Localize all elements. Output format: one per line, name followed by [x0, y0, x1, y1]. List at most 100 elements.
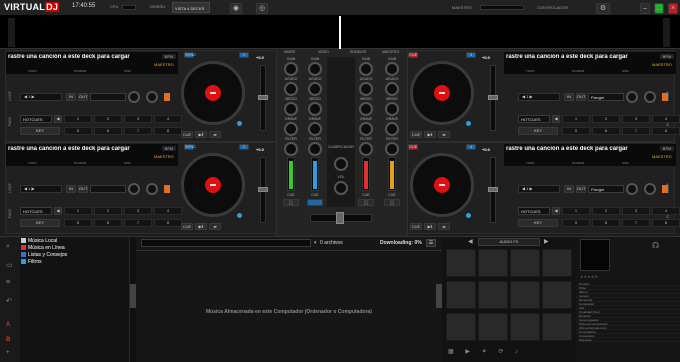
pad-3[interactable]: 3: [124, 115, 152, 123]
loop-controls[interactable]: ◀ 1 ▶: [518, 93, 560, 101]
headphones-icon[interactable]: ☊: [652, 241, 659, 250]
sideview-next-icon[interactable]: ▶: [544, 238, 549, 245]
effect-knob-2[interactable]: [644, 183, 656, 195]
channel-knob[interactable]: [359, 142, 373, 156]
play-pause-button[interactable]: ▶Ⅱ: [195, 223, 207, 230]
channel-knob[interactable]: [359, 122, 373, 136]
keylock-button[interactable]: KEY: [20, 219, 60, 227]
effect-toggle[interactable]: [164, 93, 170, 101]
pad-prev-button[interactable]: ◀: [552, 207, 560, 215]
channel-knob[interactable]: [359, 82, 373, 96]
channel-knob[interactable]: [385, 142, 399, 156]
fx-slot[interactable]: [478, 281, 508, 309]
jog-wheel[interactable]: [181, 61, 245, 125]
headphone-cue-button[interactable]: 🎧: [384, 199, 400, 206]
deck-select-button[interactable]: SYNC: [184, 52, 196, 58]
effect-knob-1[interactable]: [626, 91, 638, 103]
pad-mode-select[interactable]: HOTCUES: [518, 207, 550, 215]
effect-knob-2[interactable]: [146, 91, 158, 103]
play-pause-button[interactable]: ▶Ⅱ: [195, 131, 207, 138]
pad-1[interactable]: 1: [562, 207, 590, 215]
pad-4[interactable]: 4: [154, 207, 182, 215]
play-pause-button[interactable]: ▶Ⅱ: [424, 131, 436, 138]
pad-1[interactable]: 1: [64, 207, 92, 215]
pad-7[interactable]: 7: [124, 219, 152, 227]
record-icon[interactable]: ◉: [230, 3, 242, 14]
pad-7[interactable]: 7: [622, 127, 650, 135]
effect-knob-2[interactable]: [146, 183, 158, 195]
loop-in-button[interactable]: IN: [66, 93, 76, 101]
rating-stars[interactable]: ★★★★★: [580, 274, 598, 279]
pad-4[interactable]: 4: [652, 207, 680, 215]
fx-icon[interactable]: ✶: [482, 349, 487, 355]
loop-in-button[interactable]: IN: [564, 93, 574, 101]
channel-knob[interactable]: [308, 82, 322, 96]
pad-4[interactable]: 4: [652, 115, 680, 123]
fx-slot[interactable]: [478, 313, 508, 341]
undo-icon[interactable]: ↶: [6, 297, 12, 305]
channel-knob[interactable]: [284, 122, 298, 136]
karaoke-icon[interactable]: ♪: [515, 349, 518, 355]
pitch-slider-cap[interactable]: [258, 95, 268, 100]
headphone-cue-button[interactable]: 🎧: [358, 199, 374, 206]
effect-select[interactable]: [90, 185, 126, 193]
cue-button[interactable]: CUE: [410, 223, 422, 230]
pad-6[interactable]: 6: [94, 127, 122, 135]
channel-knob[interactable]: [359, 62, 373, 76]
sync-button[interactable]: ⇄: [438, 131, 450, 138]
tab-master[interactable]: MAESTRO: [382, 50, 399, 54]
crossfader-cap[interactable]: [336, 212, 344, 224]
pad-prev-button[interactable]: ◀: [552, 115, 560, 123]
loop-in-button[interactable]: IN: [66, 185, 76, 193]
fx-slot[interactable]: [510, 249, 540, 277]
effect-select[interactable]: Flanger: [588, 93, 624, 101]
close-icon[interactable]: ×: [668, 3, 678, 14]
sideview-tab-audio-fx[interactable]: AUDIO FX: [478, 238, 540, 246]
cue-button[interactable]: CUE: [410, 131, 422, 138]
channel-knob[interactable]: [308, 142, 322, 156]
fx-slot[interactable]: [542, 281, 572, 309]
channel-knob[interactable]: [385, 82, 399, 96]
channel-knob[interactable]: [359, 102, 373, 116]
effect-select[interactable]: [90, 93, 126, 101]
channel-knob[interactable]: [284, 62, 298, 76]
pad-mode-select[interactable]: HOTCUES: [20, 207, 52, 215]
fx-slot[interactable]: [542, 313, 572, 341]
sync-button[interactable]: ⇄: [438, 223, 450, 230]
pad-prev-button[interactable]: ◀: [54, 207, 62, 215]
jog-wheel[interactable]: [181, 153, 245, 217]
tab-sounds[interactable]: SONIDOS: [350, 50, 366, 54]
search-icon[interactable]: ⌕: [6, 243, 10, 251]
channel-knob[interactable]: [284, 102, 298, 116]
keylock-button[interactable]: KEY: [20, 127, 60, 135]
channel-knob[interactable]: [385, 122, 399, 136]
fx-slot[interactable]: [446, 281, 476, 309]
deck-select-button[interactable]: CUE: [408, 144, 418, 150]
play-pause-button[interactable]: ▶Ⅱ: [424, 223, 436, 230]
tab-mixer[interactable]: MIXER: [284, 50, 295, 54]
settings-gear-icon[interactable]: ⚙: [596, 3, 610, 14]
sideview-prev-icon[interactable]: ◀: [468, 238, 473, 245]
effect-knob-1[interactable]: [128, 183, 140, 195]
broadcast-icon[interactable]: ◎: [256, 3, 268, 14]
channel-knob[interactable]: [308, 122, 322, 136]
tree-item[interactable]: Listas y Consejos: [20, 252, 129, 259]
tree-item[interactable]: Música en Línea: [20, 245, 129, 252]
pad-7[interactable]: 7: [622, 219, 650, 227]
effect-toggle[interactable]: [662, 93, 668, 101]
fx-slot[interactable]: [478, 249, 508, 277]
tab-video[interactable]: VIDEO: [318, 50, 329, 54]
loop-out-button[interactable]: OUT: [576, 93, 586, 101]
automix-icon[interactable]: ⟳: [498, 349, 503, 355]
waveform-scroll-left[interactable]: [8, 18, 15, 47]
b-icon[interactable]: B: [6, 337, 10, 343]
layout-select[interactable]: VISTA 4 DECKS: [172, 2, 210, 13]
keylock-button[interactable]: KEY: [518, 127, 558, 135]
master-vol-knob[interactable]: [334, 181, 348, 195]
loop-out-button[interactable]: OUT: [78, 93, 88, 101]
pad-6[interactable]: 6: [592, 127, 620, 135]
pad-8[interactable]: 8: [154, 219, 182, 227]
deck-select-button[interactable]: SYNC: [184, 144, 196, 150]
effect-toggle[interactable]: [662, 185, 668, 193]
playlist-icon[interactable]: ≡: [6, 279, 10, 286]
